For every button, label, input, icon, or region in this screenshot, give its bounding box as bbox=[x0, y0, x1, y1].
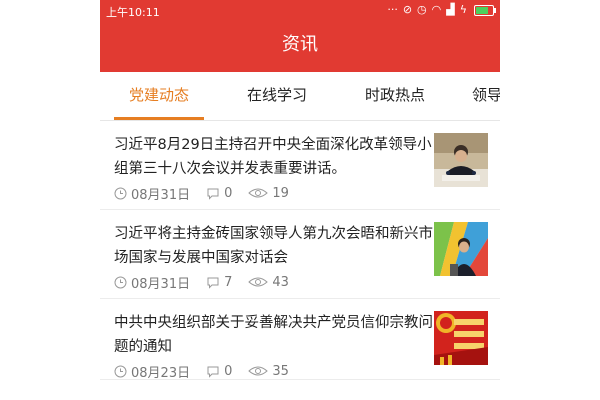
active-tab-indicator bbox=[114, 117, 204, 120]
tab-online-learning[interactable]: 在线学习 bbox=[232, 72, 322, 120]
article-meta: 08月31日 7 43 bbox=[114, 273, 289, 292]
article-thumbnail bbox=[434, 133, 488, 187]
more-dots-icon: ··· bbox=[387, 3, 398, 16]
photo-official-speech-icon bbox=[434, 133, 488, 187]
clock-icon bbox=[114, 276, 127, 288]
list-item[interactable]: 习近平将主持金砖国家领导人第九次会晤和新兴市场国家与发展中国家对话会 08月31… bbox=[100, 210, 500, 299]
alarm-icon: ◷ bbox=[417, 3, 427, 16]
tab-leaders[interactable]: 领导 bbox=[472, 72, 500, 120]
comment-icon bbox=[207, 277, 219, 289]
status-icons: ··· ⊘ ◷ ◠ ▟ ϟ bbox=[387, 3, 496, 17]
wifi-icon: ◠ bbox=[431, 3, 442, 16]
article-title: 中共中央组织部关于妥善解决共产党员信仰宗教问题的通知 bbox=[114, 315, 433, 355]
mute-icon: ⊘ bbox=[402, 3, 413, 16]
tab-label: 党建动态 bbox=[128, 86, 189, 104]
article-meta: 08月31日 0 19 bbox=[114, 184, 289, 203]
view-count: 19 bbox=[272, 185, 289, 201]
view-count: 43 bbox=[272, 274, 289, 290]
article-date: 08月23日 bbox=[131, 365, 191, 381]
photo-party-banner-icon bbox=[434, 311, 488, 365]
tab-label: 时政热点 bbox=[364, 86, 425, 104]
clock-icon bbox=[114, 365, 127, 377]
status-bar: 上午10:11 ··· ⊘ ◷ ◠ ▟ ϟ bbox=[100, 0, 500, 22]
article-thumbnail bbox=[434, 311, 488, 365]
app-header: 资讯 bbox=[100, 22, 500, 72]
tab-label: 在线学习 bbox=[246, 86, 307, 104]
article-date: 08月31日 bbox=[131, 187, 191, 203]
clock-icon bbox=[114, 187, 127, 199]
signal-icon: ▟ bbox=[446, 3, 455, 16]
eye-icon bbox=[248, 366, 269, 376]
list-item[interactable]: 习近平8月29日主持召开中央全面深化改革领导小组第三十八次会议并发表重要讲话。 … bbox=[100, 121, 500, 210]
phone-screen: 上午10:11 ··· ⊘ ◷ ◠ ▟ ϟ 资讯 党建动态 在线学习 时政热点 … bbox=[100, 0, 500, 400]
article-title: 习近平8月29日主持召开中央全面深化改革领导小组第三十八次会议并发表重要讲话。 bbox=[114, 137, 432, 177]
comment-count: 7 bbox=[224, 274, 233, 290]
view-count: 35 bbox=[272, 363, 289, 379]
charging-icon: ϟ bbox=[459, 3, 467, 16]
comment-icon bbox=[207, 366, 219, 378]
comment-icon bbox=[207, 188, 219, 200]
comment-count: 0 bbox=[224, 363, 233, 379]
battery-icon bbox=[474, 4, 496, 16]
eye-icon bbox=[248, 188, 269, 198]
tab-label: 领导 bbox=[472, 86, 500, 104]
photo-leader-podium-icon bbox=[434, 222, 488, 276]
tab-current-affairs[interactable]: 时政热点 bbox=[350, 72, 440, 120]
tab-party-news[interactable]: 党建动态 bbox=[114, 72, 204, 120]
status-time: 上午10:11 bbox=[106, 6, 160, 19]
page-title: 资讯 bbox=[282, 34, 318, 55]
article-meta: 08月23日 0 35 bbox=[114, 362, 289, 381]
eye-icon bbox=[248, 277, 269, 287]
article-thumbnail bbox=[434, 222, 488, 276]
article-date: 08月31日 bbox=[131, 276, 191, 292]
article-title: 习近平将主持金砖国家领导人第九次会晤和新兴市场国家与发展中国家对话会 bbox=[114, 226, 433, 266]
tab-bar: 党建动态 在线学习 时政热点 领导 bbox=[100, 72, 500, 121]
list-item[interactable]: 中共中央组织部关于妥善解决共产党员信仰宗教问题的通知 08月23日 0 35 bbox=[100, 299, 500, 381]
comment-count: 0 bbox=[224, 185, 233, 201]
article-list: 习近平8月29日主持召开中央全面深化改革领导小组第三十八次会议并发表重要讲话。 … bbox=[100, 121, 500, 381]
